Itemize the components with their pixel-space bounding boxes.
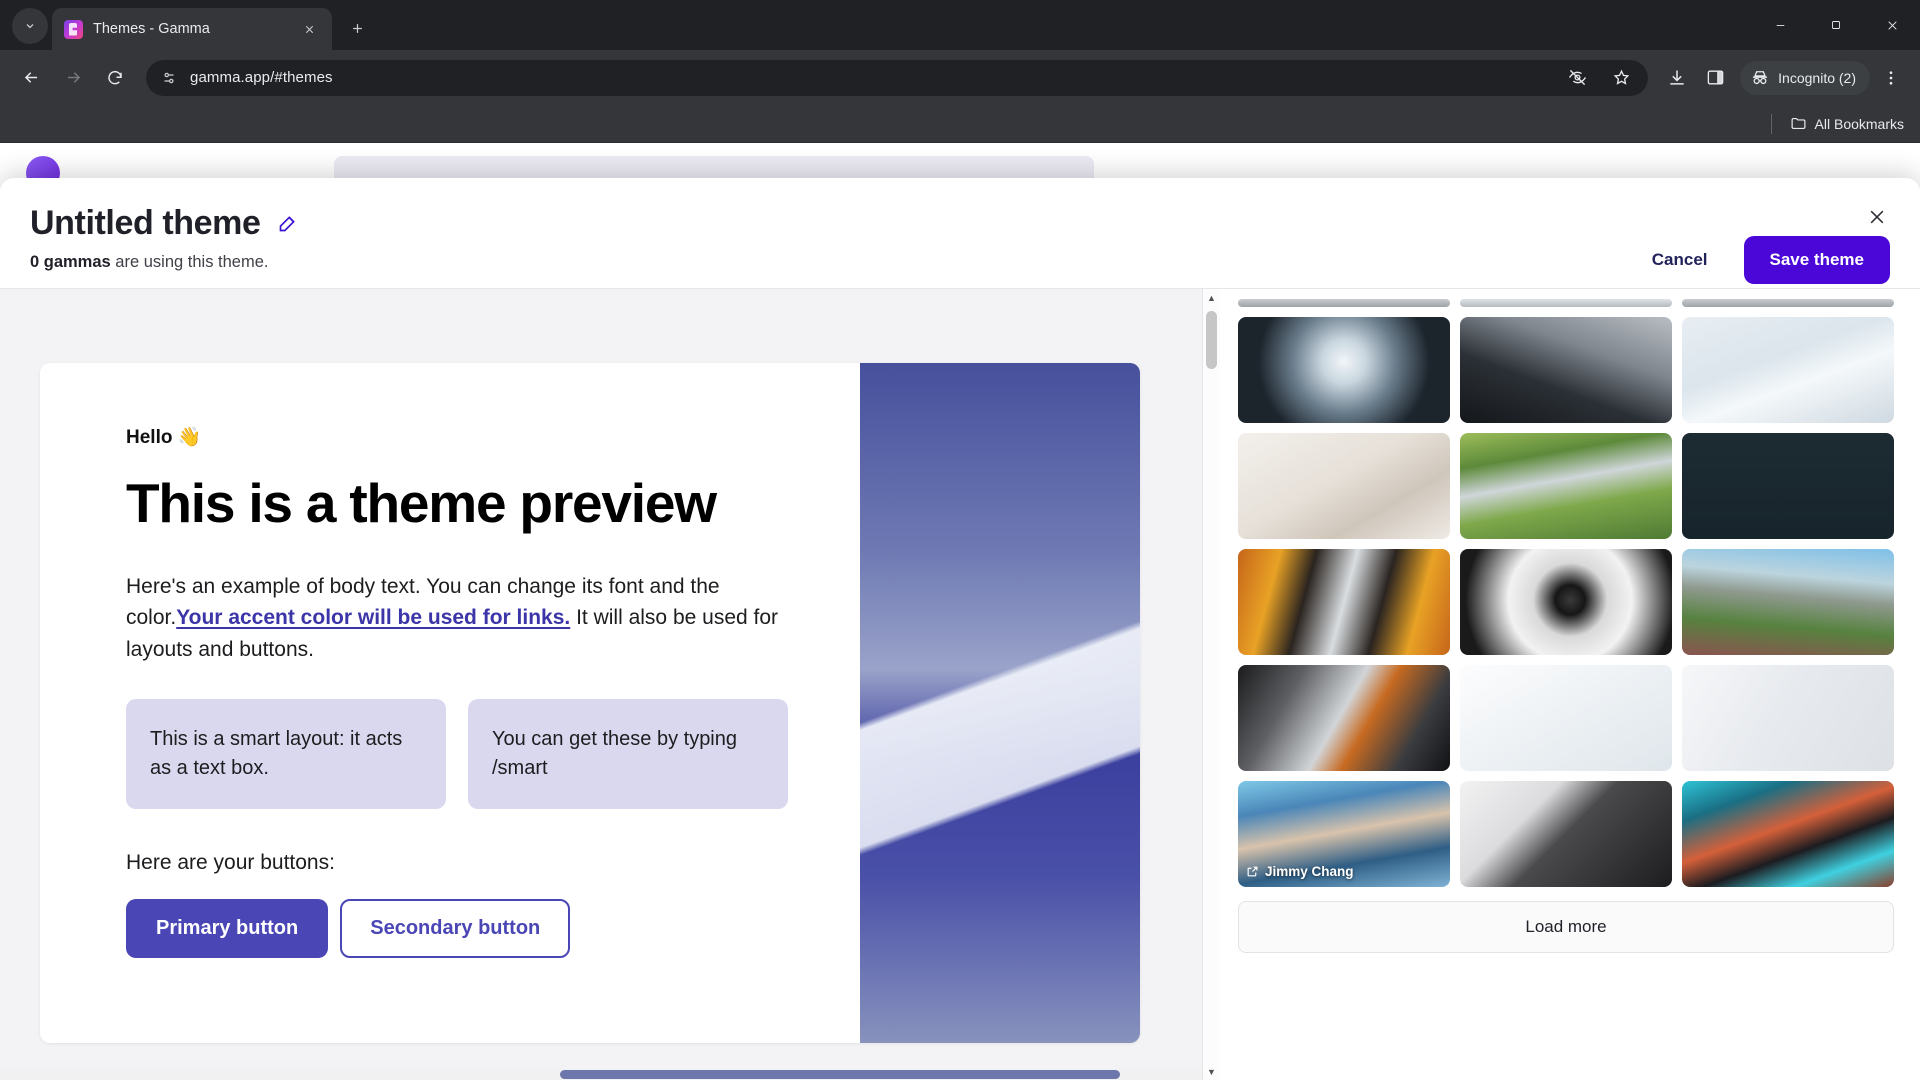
- address-bar[interactable]: gamma.app/#themes: [146, 59, 1649, 96]
- site-settings-icon[interactable]: [160, 69, 178, 87]
- browser-window: Themes - Gamma gamma.app/#themes Incogni…: [0, 0, 1920, 1080]
- all-bookmarks-label: All Bookmarks: [1814, 115, 1904, 132]
- folder-icon: [1790, 115, 1807, 132]
- image-picker-pane: Jimmy Chang Load more: [1220, 288, 1920, 1080]
- theme-preview-pane: Hello 👋 This is a theme preview Here's a…: [0, 288, 1220, 1080]
- scroll-down-arrow-icon[interactable]: ▼: [1203, 1063, 1220, 1080]
- image-thumbnail[interactable]: [1682, 433, 1894, 539]
- chevron-down-icon[interactable]: [12, 8, 48, 44]
- image-thumbnail[interactable]: [1682, 549, 1894, 655]
- cancel-button[interactable]: Cancel: [1634, 238, 1726, 282]
- preview-scroll-area[interactable]: Hello 👋 This is a theme preview Here's a…: [0, 289, 1202, 1070]
- preview-hello: Hello 👋: [126, 427, 202, 448]
- image-thumbnail[interactable]: [1460, 781, 1672, 887]
- menu-icon[interactable]: [1874, 61, 1908, 95]
- page-title: Untitled theme: [30, 204, 261, 242]
- image-thumbnail[interactable]: [1460, 549, 1672, 655]
- title-row: Untitled theme: [30, 204, 1890, 243]
- back-arrow-icon[interactable]: [12, 59, 50, 97]
- image-thumbnail[interactable]: [1460, 299, 1672, 307]
- window-close-icon[interactable]: [1864, 4, 1920, 46]
- smart-layout-box: This is a smart layout: it acts as a tex…: [126, 699, 446, 810]
- browser-tab[interactable]: Themes - Gamma: [52, 8, 332, 50]
- side-panel-icon[interactable]: [1698, 61, 1732, 95]
- theme-editor-modal: Untitled theme 0 gammas are using this t…: [0, 178, 1920, 1080]
- preview-buttons-label: Here are your buttons:: [126, 851, 335, 875]
- smart-layout-row: This is a smart layout: it acts as a tex…: [126, 699, 790, 810]
- star-icon[interactable]: [1604, 61, 1638, 95]
- modal-actions: Cancel Save theme: [1634, 236, 1890, 284]
- profile-label: Incognito (2): [1778, 69, 1856, 86]
- image-thumbnail[interactable]: [1460, 433, 1672, 539]
- edit-pencil-icon[interactable]: [277, 213, 298, 234]
- usage-text: are using this theme.: [110, 253, 269, 271]
- close-icon[interactable]: [298, 18, 320, 40]
- image-thumbnail[interactable]: [1682, 665, 1894, 771]
- scroll-up-arrow-icon[interactable]: ▲: [1203, 289, 1220, 306]
- usage-count: 0 gammas: [30, 253, 111, 271]
- image-thumbnail[interactable]: [1238, 549, 1450, 655]
- preview-body-text: Here's an example of body text. You can …: [126, 571, 786, 666]
- preview-text-column: Hello 👋 This is a theme preview Here's a…: [40, 363, 860, 1043]
- theme-preview-card: Hello 👋 This is a theme preview Here's a…: [40, 363, 1140, 1043]
- modal-header: Untitled theme 0 gammas are using this t…: [0, 178, 1920, 288]
- scrollbar-thumb[interactable]: [560, 1070, 1120, 1079]
- smart-layout-box: You can get these by typing /smart: [468, 699, 788, 810]
- all-bookmarks-button[interactable]: All Bookmarks: [1790, 115, 1904, 132]
- image-thumbnail[interactable]: [1460, 665, 1672, 771]
- maximize-icon[interactable]: [1808, 4, 1864, 46]
- load-more-button[interactable]: Load more: [1238, 901, 1894, 953]
- tab-title: Themes - Gamma: [93, 21, 210, 37]
- image-grid: Jimmy Chang: [1238, 299, 1894, 887]
- reload-icon[interactable]: [96, 59, 134, 97]
- preview-buttons-row: Primary button Secondary button: [126, 899, 790, 959]
- new-tab-button[interactable]: [340, 11, 374, 45]
- load-more-wrapper: Load more: [1238, 887, 1894, 969]
- download-icon[interactable]: [1660, 61, 1694, 95]
- preview-heading: This is a theme preview: [126, 472, 717, 534]
- image-thumbnail[interactable]: [1460, 317, 1672, 423]
- accent-link[interactable]: Your accent color will be used for links…: [176, 606, 570, 629]
- image-thumbnail[interactable]: [1238, 317, 1450, 423]
- image-thumbnail[interactable]: Jimmy Chang: [1238, 781, 1450, 887]
- image-thumbnail[interactable]: [1682, 781, 1894, 887]
- incognito-icon: [1750, 68, 1770, 88]
- divider: [1770, 113, 1772, 134]
- eye-off-icon[interactable]: [1560, 61, 1594, 95]
- preview-vertical-scrollbar[interactable]: ▲ ▼: [1202, 289, 1220, 1080]
- external-link-icon: [1246, 865, 1259, 878]
- image-thumbnail[interactable]: [1238, 433, 1450, 539]
- minimize-icon[interactable]: [1752, 4, 1808, 46]
- gamma-logo-icon: [64, 19, 83, 39]
- image-thumbnail[interactable]: [1682, 299, 1894, 307]
- image-attribution[interactable]: Jimmy Chang: [1246, 864, 1354, 879]
- forward-arrow-icon[interactable]: [54, 59, 92, 97]
- bookmarks-bar: All Bookmarks: [0, 105, 1920, 143]
- close-icon[interactable]: [1860, 200, 1894, 234]
- modal-body: Hello 👋 This is a theme preview Here's a…: [0, 288, 1920, 1080]
- preview-horizontal-scrollbar[interactable]: [0, 1069, 1202, 1080]
- image-thumbnail[interactable]: [1238, 299, 1450, 307]
- save-theme-button[interactable]: Save theme: [1743, 236, 1890, 284]
- tab-strip: Themes - Gamma: [0, 0, 1920, 50]
- scrollbar-thumb[interactable]: [1206, 311, 1217, 369]
- window-controls: [1752, 4, 1920, 46]
- preview-primary-button[interactable]: Primary button: [126, 899, 329, 959]
- preview-secondary-button[interactable]: Secondary button: [340, 899, 571, 959]
- attribution-name: Jimmy Chang: [1265, 864, 1354, 879]
- url-text: gamma.app/#themes: [190, 69, 333, 86]
- profile-chip-incognito[interactable]: Incognito (2): [1740, 60, 1870, 95]
- preview-theme-image: [860, 363, 1140, 1043]
- image-thumbnail[interactable]: [1238, 665, 1450, 771]
- image-thumbnail[interactable]: [1682, 317, 1894, 423]
- usage-subtitle: 0 gammas are using this theme.: [30, 253, 1890, 272]
- browser-toolbar: gamma.app/#themes Incognito (2): [0, 50, 1920, 105]
